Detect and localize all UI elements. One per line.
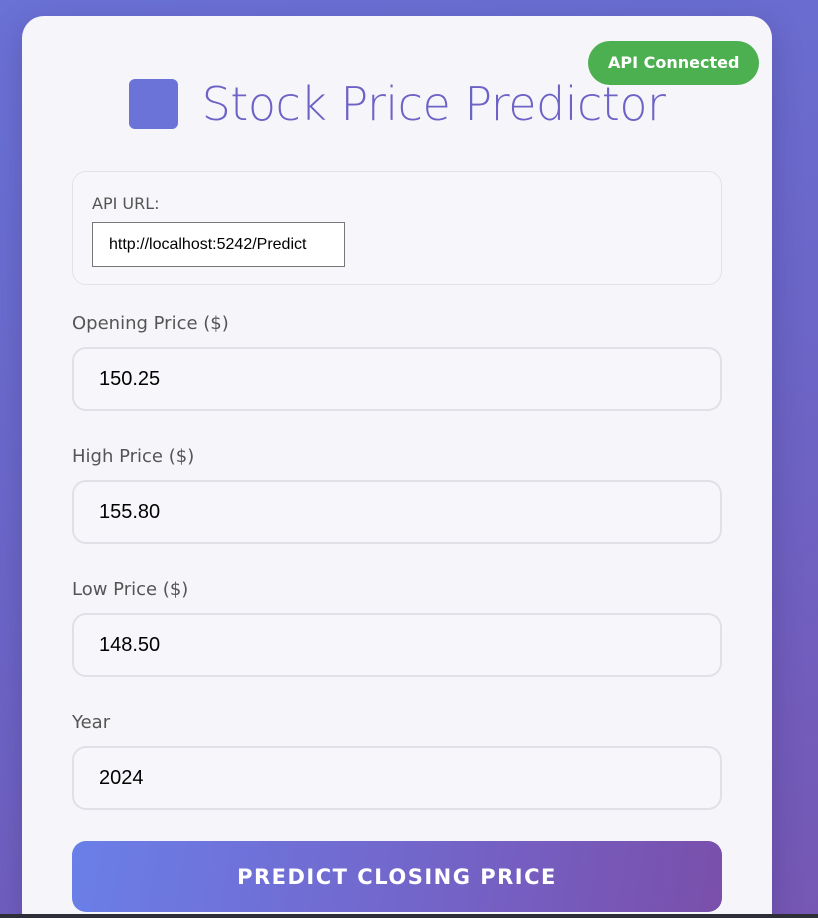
page-title: Stock Price Predictor — [201, 77, 666, 131]
square-logo-icon — [128, 79, 178, 129]
low-price-label: Low Price ($) — [72, 579, 189, 600]
api-url-label: API URL: — [92, 194, 160, 213]
low-price-input[interactable] — [72, 613, 722, 677]
api-config-panel: API URL: — [72, 171, 722, 285]
year-input[interactable] — [72, 746, 722, 810]
predict-button[interactable]: PREDICT CLOSING PRICE — [72, 841, 722, 912]
window-bottom-edge — [0, 914, 818, 918]
high-price-input[interactable] — [72, 480, 722, 544]
opening-price-input[interactable] — [72, 347, 722, 411]
high-price-label: High Price ($) — [72, 446, 195, 467]
year-label: Year — [72, 712, 111, 733]
api-url-input[interactable] — [92, 222, 345, 267]
opening-price-label: Opening Price ($) — [72, 313, 229, 334]
predictor-card: API Connected Stock Price Predictor API … — [22, 16, 772, 918]
header: Stock Price Predictor — [22, 74, 772, 134]
